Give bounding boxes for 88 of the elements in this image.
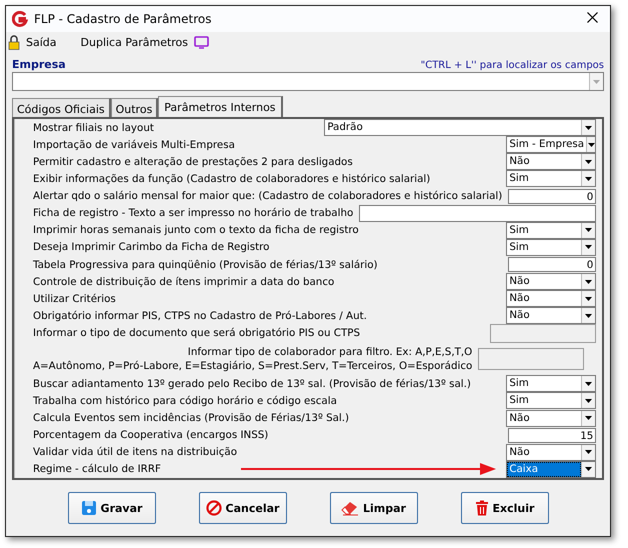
parameter-label: Ficha de registro - Texto a ser impresso no horário de trabalho (33, 207, 354, 220)
dropdown-value: Não (508, 154, 531, 170)
parameter-label: Informar o tipo de documento que será obrigatório PIS ou CTPS (33, 327, 361, 340)
dropdown-value: Sim (508, 393, 530, 408)
dropdown-value: Não (508, 444, 531, 460)
dropdown-value: Não (508, 291, 531, 306)
company-dropdown[interactable] (12, 72, 604, 91)
tab[interactable]: Códigos Oficiais (12, 98, 111, 117)
dropdown-value: Sim - Empresa (508, 137, 586, 152)
dropdown-arrow-icon (585, 416, 592, 420)
parameter-label: Informar tipo de colaborador para filtro. Ex: A,P,E,S,T,O (188, 344, 472, 359)
parameter-label: Permitir cadastro e alteração de prestações 2 para desligados (33, 156, 354, 168)
toolbar-button[interactable]: Duplica Parâmetros (80, 36, 210, 48)
dropdown-arrow-icon (585, 382, 592, 386)
dropdown-arrow-icon (585, 126, 592, 130)
padlock-icon (8, 34, 20, 50)
text-field[interactable] (359, 204, 596, 222)
dropdown-value: Sim (508, 376, 530, 392)
tab[interactable]: Parâmetros Internos (158, 96, 283, 117)
dropdown[interactable]: Sim (506, 392, 596, 410)
dropdown-arrow-icon (585, 314, 592, 318)
dropdown-arrow-icon (588, 142, 595, 147)
window-title: FLP - Cadastro de Parâmetros (34, 12, 212, 26)
parameter-label: Alertar qdo o salário mensal for maior que: (Cadastro de colaboradores e histórico salarial) (33, 190, 502, 202)
trash-icon (474, 500, 489, 516)
parameter-label: Porcentagem da Cooperativa (encargos INSS) (33, 429, 270, 442)
dropdown[interactable]: Sim (506, 170, 596, 188)
parameter-label: Utilizar Critérios (33, 292, 117, 305)
dropdown[interactable]: Padrão (324, 119, 596, 136)
close-icon (587, 12, 598, 23)
dropdown-arrow-icon (585, 176, 592, 181)
parameter-label: Exibir informações da função (Cadastro de colaboradores e histórico salarial) (33, 172, 432, 185)
dropdown[interactable]: Sim (506, 238, 596, 256)
dropdown-value: Sim (508, 171, 530, 186)
dropdown[interactable]: Não (506, 307, 596, 324)
dropdown-arrow-icon (585, 467, 592, 472)
parameter-label: Validar vida útil de itens na distribuição (33, 446, 238, 458)
number-field[interactable]: 0 (508, 188, 596, 204)
app-logo-icon (12, 11, 28, 27)
parameter-label: A=Autônomo, P=Pró-Labore, E=Estagiário, S=Prest.Serv, T=Terceiros, O=Esporádico (33, 358, 472, 373)
parameter-label: Tabela Progressiva para quinqüênio (Provisão de férias/13º salário) (33, 258, 379, 271)
parameter-label: Controle de distribuição de ítens imprimir a data do banco (33, 276, 336, 288)
action-button[interactable]: Limpar (330, 492, 418, 524)
dropdown-arrow-icon (593, 80, 600, 84)
tab[interactable]: Outros (110, 98, 158, 117)
dropdown[interactable]: Sim - Empresa (506, 136, 596, 154)
dropdown[interactable]: Não (506, 444, 596, 461)
parameter-label: Mostrar filiais no layout (33, 122, 155, 134)
parameter-label: Regime - cálculo de IRRF (33, 463, 161, 476)
dropdown-value: Sim (508, 240, 530, 255)
no-entry-icon (206, 500, 222, 516)
dropdown-arrow-icon (585, 398, 592, 403)
toolbar-button[interactable]: Saída (8, 34, 57, 50)
dropdown[interactable]: Não (506, 410, 596, 426)
dropdown[interactable]: Sim (506, 375, 596, 392)
parameter-label: Buscar adiantamento 13º gerado pelo Recibo de 13º sal. (Provisão de férias/13º sal.) (33, 378, 472, 390)
dropdown-value: Não (508, 274, 531, 290)
parameter-label: Calcula Eventos sem incidências (Provisão de Férias/13º Sal.) (33, 412, 350, 424)
dropdown-value: Padrão (326, 120, 364, 136)
dropdown[interactable]: Não (506, 153, 596, 170)
dropdown-value: Sim (508, 222, 530, 238)
field-label: Empresa (12, 58, 66, 71)
number-field[interactable]: 15 (508, 428, 596, 443)
parameter-label: Obrigatório informar PIS, CTPS no Cadastro de Pró-Labores / Aut. (33, 310, 368, 322)
dropdown-value: Não (508, 410, 531, 426)
dropdown-arrow-icon (585, 228, 592, 232)
parameter-label: Importação de variáveis Multi-Empresa (33, 138, 236, 151)
parameter-label: Deseja Imprimir Carimbo da Ficha de Registro (33, 241, 270, 254)
eraser-icon (341, 500, 360, 516)
dropdown-value: Não (508, 308, 531, 324)
dropdown[interactable]: Sim (506, 222, 596, 239)
number-field[interactable]: 0 (508, 257, 596, 272)
dropdown-arrow-icon (585, 450, 592, 454)
parameter-label: Trabalha com histórico para código horário e código escala (33, 394, 338, 407)
action-button[interactable]: Gravar (68, 492, 156, 524)
dropdown-arrow-icon (585, 296, 592, 301)
hint-text: "CTRL + L'' para localizar os campos (420, 60, 604, 71)
parameter-label: Imprimir horas semanais junto com o texto da ficha de registro (33, 224, 360, 236)
dropdown-arrow-icon (585, 160, 592, 164)
dropdown[interactable]: Caixa (506, 460, 596, 478)
dropdown-arrow-icon (585, 245, 592, 250)
dropdown[interactable]: Não (506, 273, 596, 290)
action-button[interactable]: Cancelar (198, 492, 286, 524)
monitor-icon (194, 36, 210, 48)
dropdown-arrow-icon (585, 280, 592, 284)
action-button[interactable]: Excluir (460, 492, 548, 524)
dropdown-value: Caixa (507, 462, 582, 477)
dropdown[interactable]: Não (506, 290, 596, 308)
